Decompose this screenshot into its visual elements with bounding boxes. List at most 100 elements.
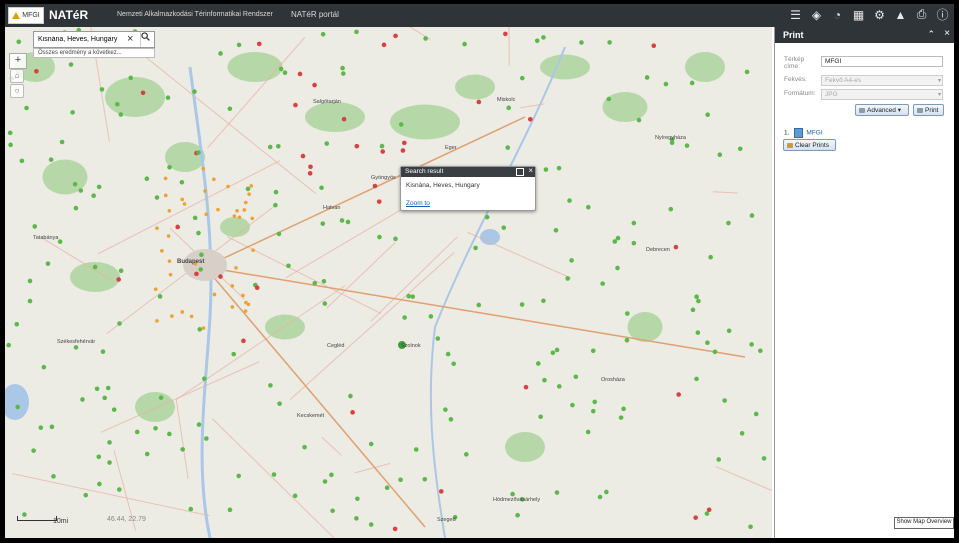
locate-icon[interactable]: ○ [10, 84, 24, 98]
station-marker [324, 141, 330, 146]
station-marker [606, 96, 612, 102]
station-marker [739, 431, 745, 436]
station-marker [624, 337, 630, 343]
dashboard-icon[interactable]: ◔ [830, 7, 845, 22]
logo-triangle-icon [12, 12, 21, 19]
station-marker [96, 454, 102, 460]
advanced-button[interactable]: Advanced ▾ [855, 104, 909, 116]
station-marker [744, 69, 750, 75]
motorway [204, 266, 746, 358]
station-marker [73, 345, 79, 350]
popup-title: Search result [401, 167, 535, 177]
station-marker [226, 184, 230, 189]
print-button[interactable]: Print [913, 104, 944, 116]
zoom-in-button[interactable]: + [9, 53, 27, 69]
station-marker [278, 66, 284, 72]
collapse-icon[interactable]: ⌃ [927, 29, 935, 40]
station-marker [726, 220, 731, 226]
list-icon[interactable]: ☰ [788, 7, 803, 22]
station-marker [227, 106, 233, 112]
layout-value: Fekvő A4-es [825, 77, 862, 84]
map-canvas[interactable]: Salgótarján Miskolc Eger Budapest Tatabá… [5, 27, 772, 538]
station-marker [534, 38, 540, 44]
clear-icon[interactable]: × [127, 32, 133, 47]
format-select[interactable]: JPG ▾ [821, 89, 943, 100]
station-marker [19, 158, 25, 164]
grid-icon[interactable]: ▦ [851, 7, 866, 22]
layout-select[interactable]: Fekvő A4-es ▾ [821, 75, 943, 86]
danube-river [188, 66, 213, 538]
info-icon[interactable]: ⓘ [935, 7, 950, 22]
station-marker [27, 298, 33, 304]
zoom-to-link[interactable]: Zoom to [406, 200, 430, 207]
station-marker [72, 181, 78, 187]
station-marker [443, 407, 448, 412]
show-map-overview-button[interactable]: Show Map Overview [894, 517, 954, 529]
mfgi-logo[interactable]: MFGI [8, 7, 44, 24]
station-marker [102, 395, 108, 401]
print-label: Print [925, 107, 939, 114]
station-marker [6, 342, 11, 348]
close-icon[interactable]: × [944, 28, 950, 39]
station-marker [438, 489, 444, 494]
clear-prints-button[interactable]: Clear Prints [783, 139, 836, 151]
station-marker [519, 302, 525, 307]
station-marker [535, 361, 541, 366]
station-marker [202, 376, 207, 382]
station-marker [165, 95, 171, 100]
station-marker [241, 293, 245, 298]
search-input[interactable] [36, 33, 128, 46]
station-marker [267, 144, 273, 150]
station-marker [107, 440, 112, 445]
print-icon[interactable]: ⎙ [914, 7, 929, 22]
station-marker [600, 281, 605, 286]
station-marker [712, 349, 718, 355]
map-title-label: Térkép címe: [784, 56, 805, 70]
station-marker [117, 321, 122, 326]
station-marker [695, 330, 701, 335]
city-label: Szolnok [401, 343, 421, 349]
station-marker [696, 298, 701, 304]
graduation-icon[interactable]: ▲ [893, 7, 908, 22]
broom-icon [787, 143, 793, 148]
close-icon[interactable]: × [528, 166, 533, 175]
print-item-link[interactable]: MFGI [806, 130, 822, 137]
station-marker [160, 248, 164, 253]
station-marker [80, 397, 85, 402]
station-marker [286, 263, 291, 269]
station-marker [167, 208, 172, 213]
station-marker [402, 315, 407, 320]
station-marker [118, 268, 124, 274]
forest-area [135, 392, 175, 422]
station-marker [51, 474, 56, 479]
panel-title: Print [783, 30, 804, 40]
station-marker [111, 407, 117, 412]
layers-icon[interactable]: ◈ [809, 7, 824, 22]
station-marker [254, 285, 260, 291]
city-label: Gyöngyös [371, 175, 396, 181]
station-marker [615, 235, 621, 241]
maximize-icon[interactable] [516, 168, 524, 176]
station-marker [422, 476, 428, 482]
home-icon[interactable]: ⌂ [10, 69, 24, 83]
station-marker [231, 351, 237, 357]
station-marker [251, 248, 255, 252]
station-marker [308, 164, 313, 170]
forest-area [627, 312, 663, 342]
print-panel: Print ⌃ × Térkép címe: MFGI Fekvés: Fekv… [774, 27, 954, 538]
search-all-results[interactable]: Összes eredmény a következ... [33, 48, 155, 58]
road [712, 191, 738, 194]
station-marker [105, 385, 111, 391]
station-marker [527, 117, 533, 122]
station-marker [236, 473, 242, 479]
map-title-field[interactable]: MFGI [821, 56, 943, 67]
tools-icon[interactable]: ⚙ [872, 7, 887, 22]
station-marker [340, 65, 345, 71]
portal-link[interactable]: NATéR portál [291, 10, 339, 19]
search-button[interactable] [140, 32, 156, 47]
station-marker [381, 42, 387, 48]
station-marker [197, 327, 203, 332]
city-label: Hódmezővásárhely [493, 497, 541, 503]
station-marker [322, 479, 328, 484]
station-marker [24, 105, 29, 111]
